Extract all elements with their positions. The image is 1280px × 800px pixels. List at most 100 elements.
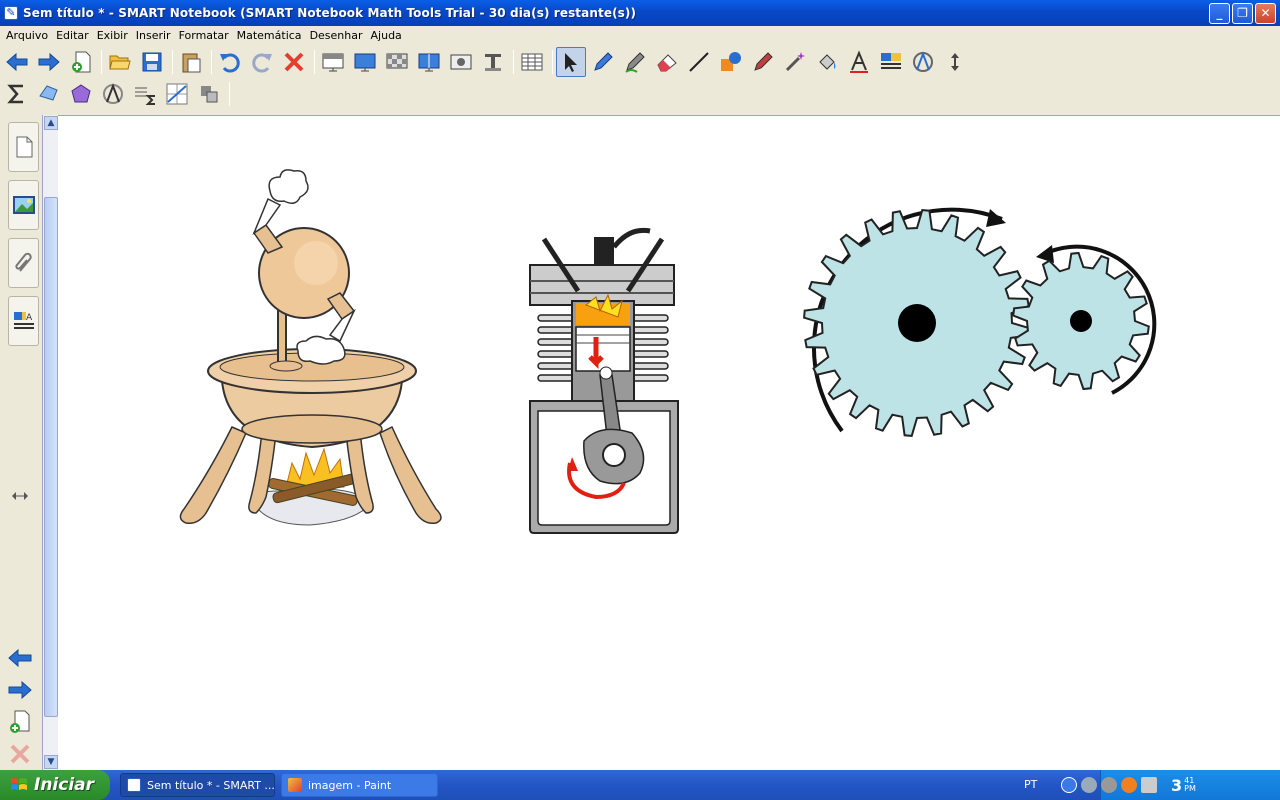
show-hidden-icons-button[interactable] [1061, 777, 1077, 793]
forward-button[interactable] [34, 47, 64, 77]
select-button[interactable] [556, 47, 586, 77]
minimize-button[interactable]: _ [1209, 3, 1230, 24]
scroll-thumb[interactable] [44, 197, 58, 717]
open-button[interactable] [105, 47, 135, 77]
resize-sidebar-icon[interactable] [6, 482, 34, 510]
taskbar-item-label: imagem - Paint [308, 778, 392, 792]
fill-icon [819, 54, 836, 70]
taskbar-item-smart-notebook[interactable]: Sem título * - SMART ... [120, 773, 275, 797]
menu-editar[interactable]: Editar [52, 29, 93, 42]
paste-icon [182, 53, 201, 73]
shape-button[interactable] [716, 47, 746, 77]
paint-icon [288, 778, 302, 792]
taskbar-item-label: Sem título * - SMART ... [147, 778, 275, 792]
vertical-scrollbar[interactable]: ▲ ▼ [42, 115, 58, 770]
polygon-button[interactable] [66, 79, 96, 109]
shape-recognition-pen-button[interactable] [748, 47, 778, 77]
attachments-tab[interactable] [8, 238, 39, 288]
separator [314, 50, 315, 74]
table-button[interactable] [517, 47, 547, 77]
measurement-button[interactable] [908, 47, 938, 77]
separator [172, 50, 173, 74]
start-button[interactable]: Iniciar [0, 770, 110, 800]
measurement-tools-button[interactable] [98, 79, 128, 109]
shape-tool-button[interactable] [34, 79, 64, 109]
table-sigma-button[interactable] [130, 79, 160, 109]
aeolipile-image[interactable] [179, 169, 442, 526]
table-icon [521, 53, 543, 71]
pen-button[interactable] [588, 47, 618, 77]
move-toolbar-button[interactable] [940, 47, 970, 77]
sigma-button[interactable] [2, 79, 32, 109]
menu-inserir[interactable]: Inserir [132, 29, 175, 42]
screen-shade-button[interactable] [318, 47, 348, 77]
next-page-button[interactable] [6, 676, 34, 704]
sigma-icon [7, 84, 23, 104]
undo-button[interactable] [215, 47, 245, 77]
scroll-down-button[interactable]: ▼ [44, 755, 58, 769]
save-button[interactable] [137, 47, 167, 77]
menu-formatar[interactable]: Formatar [175, 29, 233, 42]
separator [101, 50, 102, 74]
scroll-up-button[interactable]: ▲ [44, 116, 58, 130]
dual-display-icon [418, 53, 440, 72]
magic-pen-button[interactable] [780, 47, 810, 77]
transparent-bg-icon [386, 53, 408, 69]
clock[interactable]: 3 41 PM [1171, 776, 1196, 795]
document-camera-button[interactable] [478, 47, 508, 77]
gallery-tab[interactable] [8, 180, 39, 230]
properties-tab[interactable]: A [8, 296, 39, 346]
main-toolbar [2, 46, 972, 78]
taskbar: Iniciar Sem título * - SMART ... imagem … [0, 770, 1280, 800]
screen-capture-button[interactable] [446, 47, 476, 77]
table-sigma-icon [135, 87, 155, 105]
add-page-button[interactable] [66, 47, 96, 77]
start-label: Iniciar [34, 775, 95, 795]
redo-button[interactable] [247, 47, 277, 77]
line-button[interactable] [684, 47, 714, 77]
previous-page-button[interactable] [6, 644, 34, 672]
shape-recognition-pen-icon [754, 52, 773, 71]
tools-button[interactable] [194, 79, 224, 109]
network-icon[interactable] [1081, 777, 1097, 793]
monitor-icon[interactable] [1141, 777, 1157, 793]
taskbar-item-paint[interactable]: imagem - Paint [281, 773, 438, 797]
menu-desenhar[interactable]: Desenhar [306, 29, 367, 42]
full-screen-button[interactable] [350, 47, 380, 77]
fill-button[interactable] [812, 47, 842, 77]
engine-cylinder-image[interactable] [529, 227, 679, 534]
delete-button[interactable] [279, 47, 309, 77]
graph-button[interactable] [162, 79, 192, 109]
page-sorter-icon [16, 136, 32, 158]
graph-icon [166, 83, 188, 105]
menu-exibir[interactable]: Exibir [93, 29, 132, 42]
security-icon[interactable] [1121, 777, 1137, 793]
gears-image[interactable] [803, 207, 1157, 437]
transparent-bg-button[interactable] [382, 47, 412, 77]
menu-ajuda[interactable]: Ajuda [367, 29, 406, 42]
language-indicator[interactable]: PT [1024, 778, 1037, 791]
back-button[interactable] [2, 47, 32, 77]
separator [229, 82, 230, 106]
eraser-button[interactable] [652, 47, 682, 77]
delete-page-button[interactable] [6, 740, 34, 768]
notebook-canvas[interactable] [58, 115, 1280, 770]
creative-pen-button[interactable] [620, 47, 650, 77]
page-sorter-tab[interactable] [8, 122, 39, 172]
svg-text:A: A [26, 313, 33, 323]
properties-button[interactable] [876, 47, 906, 77]
volume-icon[interactable] [1101, 777, 1117, 793]
gallery-icon [12, 196, 35, 214]
dual-display-button[interactable] [414, 47, 444, 77]
restore-button[interactable]: ❐ [1232, 3, 1253, 24]
properties-icon [881, 53, 901, 69]
paste-button[interactable] [176, 47, 206, 77]
polygon-icon [71, 84, 91, 103]
menu-arquivo[interactable]: Arquivo [2, 29, 52, 42]
add-page-icon [72, 51, 91, 73]
text-button[interactable] [844, 47, 874, 77]
forward-icon [8, 680, 32, 700]
close-button[interactable]: ✕ [1255, 3, 1276, 24]
menu-matematica[interactable]: Matemática [233, 29, 306, 42]
add-page-side-button[interactable] [6, 708, 34, 736]
